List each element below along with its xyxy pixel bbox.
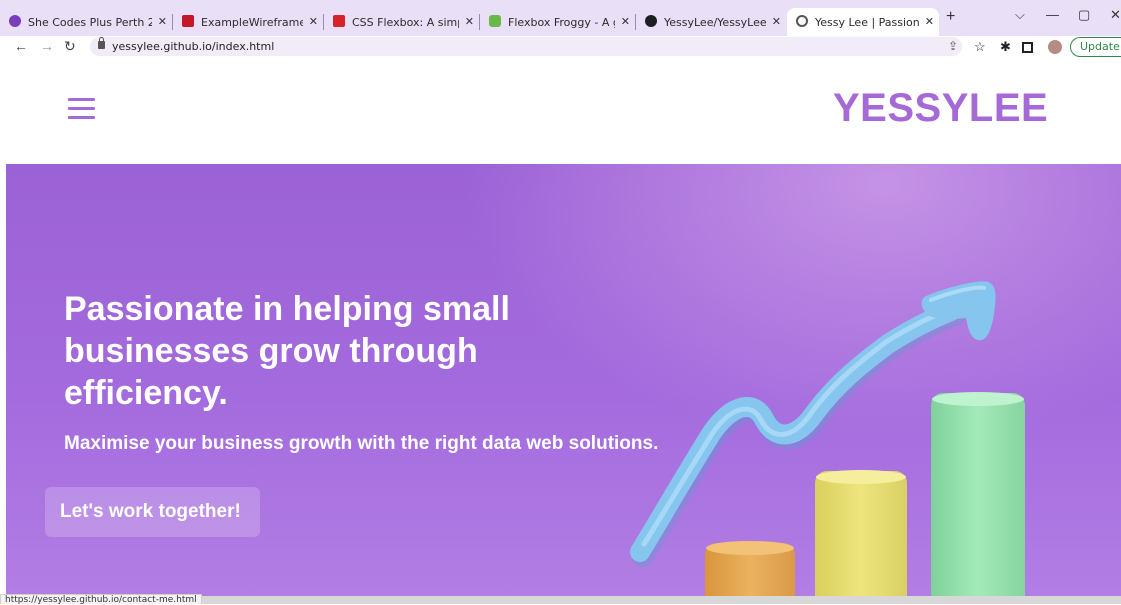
browser-tab[interactable]: YessyLee/YessyLee.github.io ✕ [636,8,786,36]
new-tab-button[interactable]: + [946,8,955,26]
hamburger-menu-icon[interactable] [68,98,95,119]
tab-favicon-icon [9,15,21,27]
green-bar-top [932,392,1024,406]
browser-tab[interactable]: ExampleWireframe2104220 ✕ [173,8,323,36]
address-bar[interactable]: yessylee.github.io/index.html ⇪ [90,37,962,56]
web-page: YESSYLEE Passionate in helping small bus… [0,58,1121,604]
close-window-icon[interactable]: ✕ [1110,7,1121,23]
tab-label: She Codes Plus Perth 22/23 [28,15,152,29]
forward-arrow-icon[interactable]: → [40,38,54,54]
restore-window-icon[interactable]: ▢ [1078,7,1090,23]
hero-subtitle: Maximise your business growth with the r… [64,433,659,454]
update-button[interactable]: Update [1070,37,1121,57]
browser-toolbar: ← → ↻ yessylee.github.io/index.html ⇪ ☆ … [0,36,1121,58]
close-tab-icon[interactable]: ✕ [621,15,630,28]
minimize-window-icon[interactable]: — [1046,7,1059,22]
tab-label: Yessy Lee | Passionate in he [815,15,919,29]
hero-title: Passionate in helping small businesses g… [64,290,510,412]
close-tab-icon[interactable]: ✕ [465,15,474,28]
browser-tab[interactable]: CSS Flexbox: A simple visua ✕ [324,8,479,36]
globe-favicon-icon [796,15,808,27]
tab-search-chevron-icon[interactable]: ⌵ [1015,7,1025,23]
green-bar [931,393,1025,596]
site-logo[interactable]: YESSYLEE [833,86,1048,131]
close-tab-icon[interactable]: ✕ [772,15,781,28]
share-icon[interactable]: ⇪ [948,39,958,53]
yellow-bar [815,471,907,596]
growth-chart-illustration [630,281,1025,596]
close-tab-icon[interactable]: ✕ [158,15,167,28]
tab-label: YessyLee/YessyLee.github.io [664,15,766,29]
orange-bar-top [706,541,794,555]
browser-tab-active[interactable]: Yessy Lee | Passionate in he ✕ [787,8,939,36]
address-bar-url[interactable]: yessylee.github.io/index.html [112,40,274,53]
link-hover-status-url: https://yessylee.github.io/contact-me.ht… [0,594,202,605]
work-together-button[interactable]: Let's work together! [45,487,260,537]
froggy-favicon-icon [489,15,501,27]
browser-tab[interactable]: Flexbox Froggy - A game fo ✕ [480,8,635,36]
reload-icon[interactable]: ↻ [64,38,76,55]
yellow-bar-top [816,470,906,484]
profile-avatar[interactable] [1048,40,1062,54]
browser-tab[interactable]: She Codes Plus Perth 22/23 ✕ [0,8,172,36]
back-arrow-icon[interactable]: ← [14,38,28,54]
bookmark-star-icon[interactable]: ☆ [974,39,986,55]
lock-icon [98,37,105,49]
hero-section: Passionate in helping small businesses g… [6,164,1121,596]
extensions-puzzle-icon[interactable]: ✱ [1000,39,1011,55]
tab-label: ExampleWireframe2104220 [201,15,303,29]
side-panel-icon[interactable] [1022,42,1033,53]
close-tab-icon[interactable]: ✕ [309,15,318,28]
browser-tab-strip: She Codes Plus Perth 22/23 ✕ ExampleWire… [0,0,1121,36]
pdf-favicon-icon [182,15,194,27]
tab-label: Flexbox Froggy - A game fo [508,15,615,29]
github-favicon-icon [645,15,657,27]
tab-label: CSS Flexbox: A simple visua [352,15,459,29]
fb-favicon-icon [333,15,345,27]
close-tab-icon[interactable]: ✕ [925,15,934,28]
